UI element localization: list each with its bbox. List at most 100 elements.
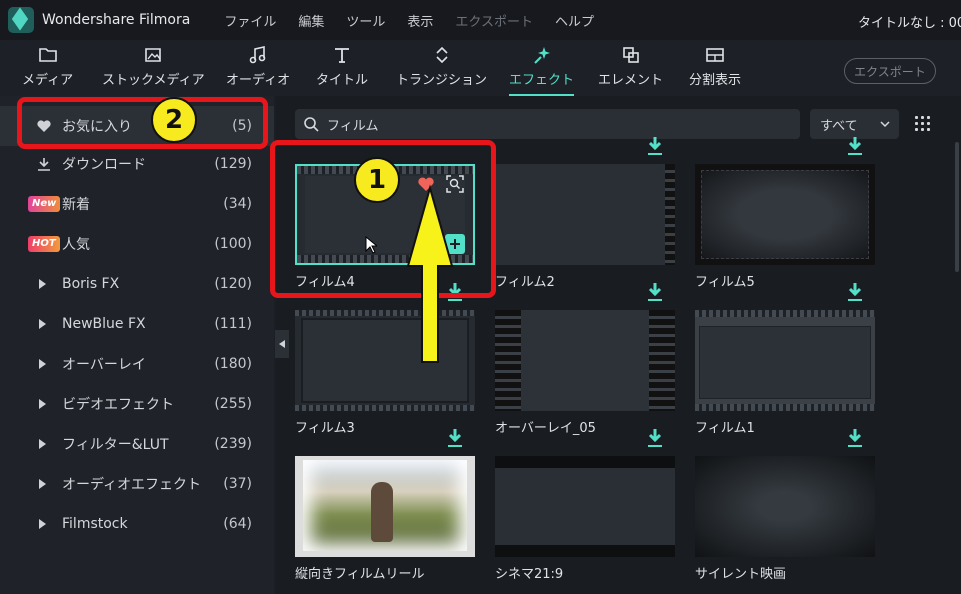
- sidebar-item-count: (120): [214, 276, 252, 292]
- effects-star-icon: [531, 44, 553, 66]
- effects-search-box[interactable]: [295, 109, 800, 139]
- tab-label: オーディオ: [226, 73, 291, 88]
- stock-media-icon: [142, 44, 164, 66]
- sidebar-item-new[interactable]: New 新着 (34): [0, 184, 274, 224]
- sidebar-item-overlay[interactable]: オーバーレイ (180): [0, 344, 274, 384]
- split-screen-icon: [704, 44, 726, 66]
- tab-stock-media[interactable]: ストックメディア: [102, 44, 205, 88]
- filter-value: すべて: [820, 118, 858, 134]
- media-toolbar: メディア ストックメディア オーディオ タイトル トランジション エフェクト エ…: [0, 40, 961, 96]
- person-silhouette: [371, 482, 393, 542]
- grid-view-button[interactable]: [913, 114, 933, 134]
- tab-label: エフェクト: [509, 73, 575, 88]
- download-icon[interactable]: [847, 282, 863, 302]
- pointer-arrow-icon: [406, 184, 454, 363]
- sidebar-item-video-effects[interactable]: ビデオエフェクト (255): [0, 384, 274, 424]
- app-name: Wondershare Filmora: [42, 12, 191, 28]
- transition-icon: [431, 44, 453, 66]
- sidebar-item-count: (180): [214, 356, 252, 372]
- export-button[interactable]: エクスポート: [844, 58, 936, 84]
- sidebar-item-boris-fx[interactable]: Boris FX (120): [0, 264, 274, 304]
- sidebar-item-filters-lut[interactable]: フィルター&LUT (239): [0, 424, 274, 464]
- scrollbar[interactable]: [955, 142, 959, 272]
- search-icon: [303, 116, 319, 132]
- tab-titles[interactable]: タイトル: [316, 44, 368, 88]
- tab-label: 分割表示: [689, 73, 742, 88]
- expand-arrow-icon: [39, 519, 46, 529]
- effect-name: サイレント映画: [695, 567, 787, 582]
- sidebar-item-audio-effects[interactable]: オーディオエフェクト (37): [0, 464, 274, 504]
- sidebar-item-count: (37): [223, 476, 252, 492]
- sidebar-item-label: フィルター&LUT: [62, 437, 169, 453]
- sidebar-item-label: Boris FX: [62, 276, 120, 292]
- menu-tools[interactable]: ツール: [346, 11, 385, 30]
- expand-arrow-icon: [39, 479, 46, 489]
- sidebar-item-popular[interactable]: HOT 人気 (100): [0, 224, 274, 264]
- tab-label: ストックメディア: [102, 73, 205, 88]
- sidebar-item-download[interactable]: ダウンロード (129): [0, 144, 274, 184]
- download-icon[interactable]: [847, 136, 863, 156]
- effect-name: 縦向きフィルムリール: [295, 567, 425, 582]
- effect-thumbnail: [295, 456, 475, 557]
- sidebar-item-filmstock[interactable]: Filmstock (64): [0, 504, 274, 544]
- expand-arrow-icon: [39, 399, 46, 409]
- tab-label: トランジション: [396, 73, 488, 88]
- hot-badge: HOT: [28, 236, 60, 252]
- search-input[interactable]: [327, 116, 767, 132]
- tab-transitions[interactable]: トランジション: [396, 44, 487, 88]
- download-icon[interactable]: [647, 428, 663, 448]
- chevron-down-icon: [880, 118, 890, 133]
- sidebar-item-label: オーディオエフェクト: [62, 477, 202, 493]
- effect-thumbnail: [695, 310, 875, 411]
- sidebar-item-newblue-fx[interactable]: NewBlue FX (111): [0, 304, 274, 344]
- download-icon[interactable]: [647, 136, 663, 156]
- expand-arrow-icon: [39, 279, 46, 289]
- effect-name: フィルム3: [295, 421, 355, 436]
- menu-edit[interactable]: 編集: [298, 11, 324, 30]
- filter-dropdown[interactable]: すべて: [810, 109, 899, 139]
- folder-icon: [37, 44, 59, 66]
- sidebar-item-label: 新着: [62, 197, 90, 213]
- effects-category-sidebar: お気に入り (5) ダウンロード (129) New 新着 (34) HOT 人…: [0, 96, 274, 594]
- effect-thumbnail: [495, 310, 675, 411]
- effect-thumbnail: [695, 456, 875, 557]
- effect-thumbnail: [695, 164, 875, 265]
- sidebar-item-count: (239): [214, 436, 252, 452]
- sidebar-item-count: (100): [214, 236, 252, 252]
- menu-view[interactable]: 表示: [407, 11, 433, 30]
- expand-arrow-icon: [39, 319, 46, 329]
- effect-thumbnail: [495, 456, 675, 557]
- tab-label: タイトル: [316, 73, 369, 88]
- sidebar-item-count: (111): [214, 316, 252, 332]
- sidebar-item-count: (64): [223, 516, 252, 532]
- download-icon: [36, 156, 52, 172]
- music-note-icon: [247, 44, 269, 66]
- menu-help[interactable]: ヘルプ: [555, 11, 594, 30]
- tab-media[interactable]: メディア: [22, 44, 73, 88]
- collapse-sidebar-button[interactable]: [275, 330, 289, 358]
- menu-file[interactable]: ファイル: [224, 11, 276, 30]
- tab-effects[interactable]: エフェクト: [509, 44, 575, 96]
- expand-arrow-icon: [39, 439, 46, 449]
- tab-audio[interactable]: オーディオ: [226, 44, 290, 88]
- sidebar-item-label: Filmstock: [62, 516, 128, 532]
- effect-thumbnail: [495, 164, 675, 265]
- highlight-box-favorites: [17, 97, 268, 149]
- step-1-marker: 1: [354, 157, 400, 203]
- sidebar-item-label: 人気: [62, 237, 90, 253]
- download-icon[interactable]: [847, 428, 863, 448]
- effect-name: フィルム2: [495, 275, 555, 290]
- step-2-marker: 2: [151, 97, 197, 143]
- download-icon[interactable]: [647, 282, 663, 302]
- title-t-icon: [331, 44, 353, 66]
- tab-elements[interactable]: エレメント: [598, 44, 663, 88]
- effect-name: フィルム1: [695, 421, 755, 436]
- chevron-left-icon: [279, 340, 285, 348]
- sidebar-item-label: ビデオエフェクト: [62, 397, 174, 413]
- sidebar-item-count: (255): [214, 396, 252, 412]
- sidebar-item-label: ダウンロード: [62, 157, 146, 173]
- tab-split-screen[interactable]: 分割表示: [689, 44, 741, 88]
- download-icon[interactable]: [447, 428, 463, 448]
- sidebar-item-label: NewBlue FX: [62, 316, 146, 332]
- menu-export[interactable]: エクスポート: [455, 11, 533, 30]
